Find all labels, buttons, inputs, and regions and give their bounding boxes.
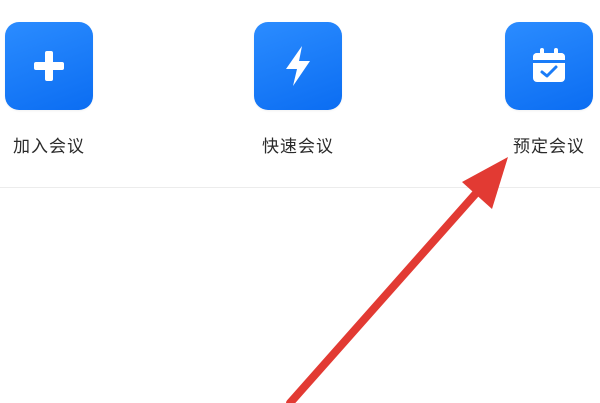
- schedule-meeting-button[interactable]: 预定会议: [494, 22, 600, 157]
- quick-meeting-button[interactable]: 快速会议: [243, 22, 353, 157]
- lightning-icon: [286, 46, 310, 86]
- plus-icon: [34, 51, 64, 81]
- section-divider: [0, 187, 600, 188]
- join-meeting-button[interactable]: 加入会议: [0, 22, 104, 157]
- meeting-home-screen: 加入会议 快速会议 预定会议: [0, 0, 600, 403]
- quick-meeting-label: 快速会议: [262, 137, 334, 157]
- calendar-check-icon: [533, 48, 565, 82]
- quick-meeting-tile[interactable]: [254, 22, 342, 110]
- join-meeting-label: 加入会议: [13, 137, 85, 157]
- join-meeting-tile[interactable]: [5, 22, 93, 110]
- schedule-meeting-label: 预定会议: [513, 137, 585, 157]
- schedule-meeting-tile[interactable]: [505, 22, 593, 110]
